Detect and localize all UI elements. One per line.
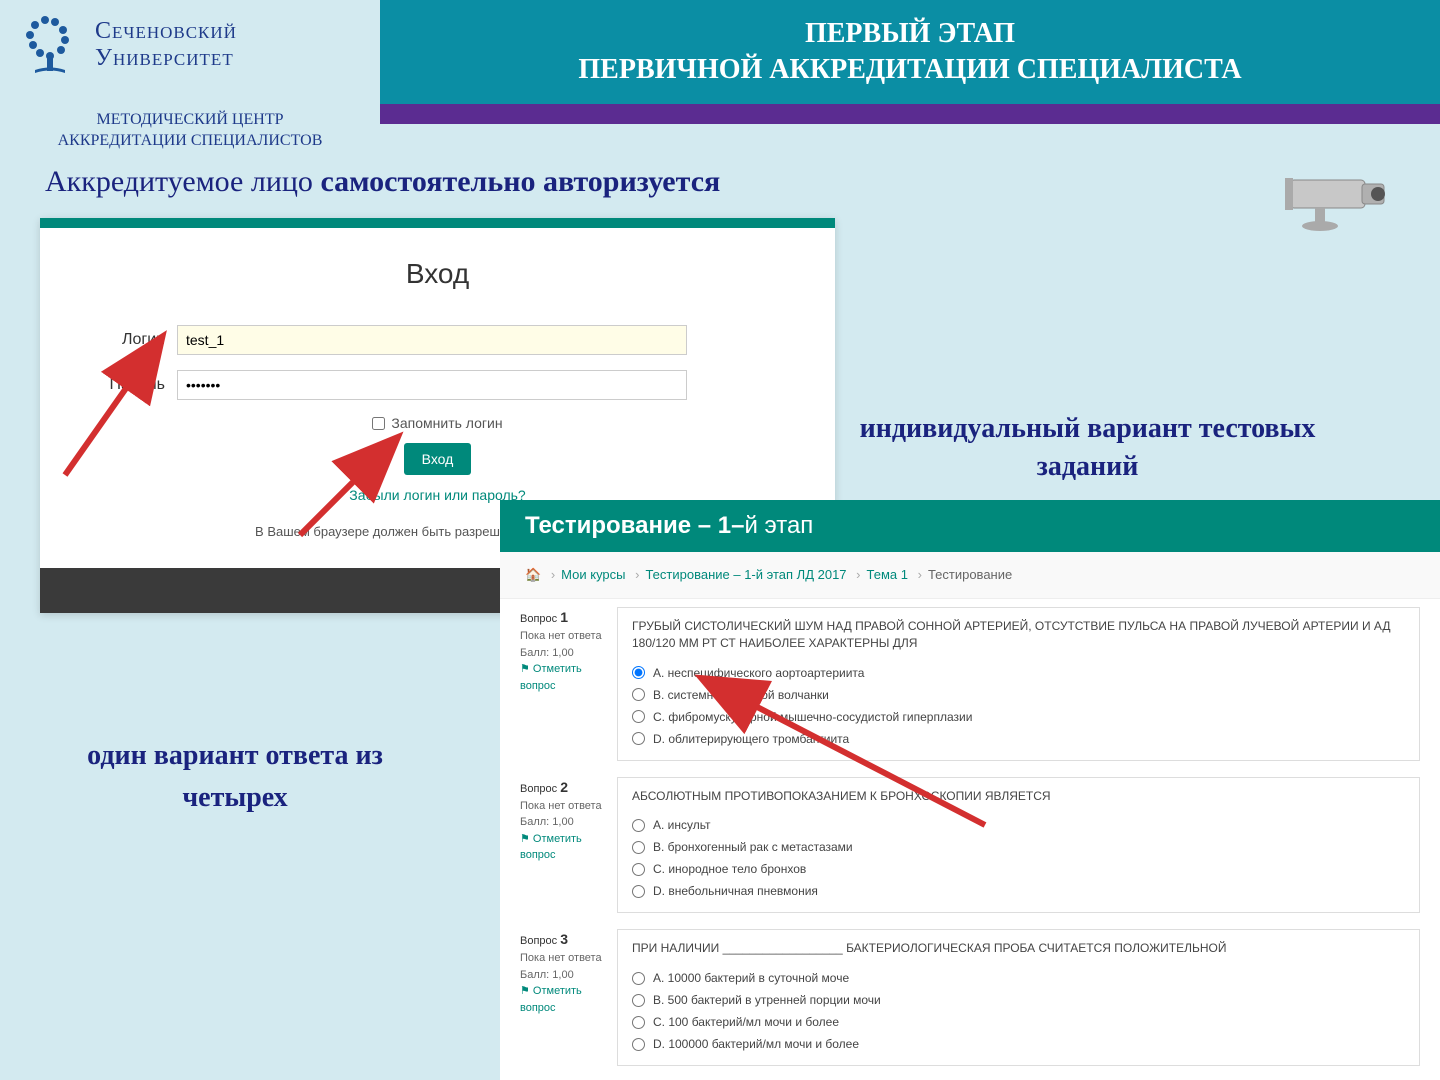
question-text: ПРИ НАЛИЧИИ __________________ БАКТЕРИОЛ… — [632, 940, 1405, 957]
answer-option[interactable]: D. 100000 бактерий/мл мочи и более — [632, 1033, 1405, 1055]
breadcrumb-current: Тестирование — [928, 567, 1012, 582]
answer-radio[interactable] — [632, 710, 645, 723]
test-header: Тестирование – 1–й этап — [500, 500, 1440, 552]
logo-area: Сеченовский Университет — [0, 0, 380, 105]
answer-option[interactable]: A. 10000 бактерий в суточной моче — [632, 967, 1405, 989]
answer-radio[interactable] — [632, 885, 645, 898]
login-button[interactable]: Вход — [404, 443, 472, 475]
login-heading: Вход — [100, 258, 775, 290]
answer-option[interactable]: C. фибромускулярной мышечно-сосудистой г… — [632, 706, 1405, 728]
question-score: Балл: 1,00 — [520, 967, 605, 984]
question-status: Пока нет ответа — [520, 950, 605, 967]
question-block: Вопрос 3Пока нет ответаБалл: 1,00⚑ Отмет… — [500, 921, 1440, 1074]
test-screenshot: Тестирование – 1–й этап 🏠 ›Мои курсы ›Те… — [500, 500, 1440, 1080]
answer-radio[interactable] — [632, 1038, 645, 1051]
answer-option[interactable]: B. 500 бактерий в утренней порции мочи — [632, 989, 1405, 1011]
breadcrumb-link[interactable]: Мои курсы — [561, 567, 625, 582]
answer-option[interactable]: B. системной красной волчанки — [632, 684, 1405, 706]
home-icon[interactable]: 🏠 — [525, 567, 541, 582]
answer-radio[interactable] — [632, 994, 645, 1007]
question-number: Вопрос 2 — [520, 777, 605, 798]
slide-main-text: Аккредитуемое лицо самостоятельно автори… — [45, 165, 720, 199]
answer-option[interactable]: D. облитерирующего тромбангиита — [632, 728, 1405, 750]
question-number: Вопрос 1 — [520, 607, 605, 628]
answer-option[interactable]: D. внебольничная пневмония — [632, 880, 1405, 902]
answer-option[interactable]: C. 100 бактерий/мл мочи и более — [632, 1011, 1405, 1033]
flag-question-link[interactable]: ⚑ Отметить вопрос — [520, 661, 605, 694]
university-logo-icon — [15, 10, 85, 80]
question-score: Балл: 1,00 — [520, 645, 605, 662]
flag-question-link[interactable]: ⚑ Отметить вопрос — [520, 831, 605, 864]
breadcrumb-link[interactable]: Тема 1 — [867, 567, 908, 582]
password-input[interactable] — [177, 370, 687, 400]
answer-option[interactable]: C. инородное тело бронхов — [632, 858, 1405, 880]
login-input[interactable] — [177, 325, 687, 355]
answer-option[interactable]: B. бронхогенный рак с метастазами — [632, 836, 1405, 858]
question-text: ГРУБЫЙ СИСТОЛИЧЕСКИЙ ШУМ НАД ПРАВОЙ СОНН… — [632, 618, 1405, 652]
callout-one-of-four: один вариант ответа из четырех — [85, 735, 385, 819]
answer-radio[interactable] — [632, 732, 645, 745]
center-subheader: МЕТОДИЧЕСКИЙ ЦЕНТР АККРЕДИТАЦИИ СПЕЦИАЛИ… — [20, 110, 360, 152]
question-number: Вопрос 3 — [520, 929, 605, 950]
answer-radio[interactable] — [632, 863, 645, 876]
question-score: Балл: 1,00 — [520, 814, 605, 831]
question-block: Вопрос 2Пока нет ответаБалл: 1,00⚑ Отмет… — [500, 769, 1440, 922]
answer-radio[interactable] — [632, 666, 645, 679]
answer-radio[interactable] — [632, 688, 645, 701]
question-status: Пока нет ответа — [520, 798, 605, 815]
breadcrumb: 🏠 ›Мои курсы ›Тестирование – 1-й этап ЛД… — [500, 552, 1440, 599]
remember-label: Запомнить логин — [391, 415, 502, 431]
flag-question-link[interactable]: ⚑ Отметить вопрос — [520, 983, 605, 1016]
remember-checkbox[interactable] — [372, 417, 385, 430]
answer-option[interactable]: A. неспецифического аортоартериита — [632, 662, 1405, 684]
question-status: Пока нет ответа — [520, 628, 605, 645]
answer-option[interactable]: A. инсульт — [632, 814, 1405, 836]
university-name: Сеченовский Университет — [95, 18, 237, 72]
answer-radio[interactable] — [632, 972, 645, 985]
answer-radio[interactable] — [632, 819, 645, 832]
breadcrumb-link[interactable]: Тестирование – 1-й этап ЛД 2017 — [645, 567, 846, 582]
purple-divider — [380, 104, 1440, 124]
slide-banner: ПЕРВЫЙ ЭТАП ПЕРВИЧНОЙ АККРЕДИТАЦИИ СПЕЦИ… — [380, 0, 1440, 104]
password-label: Пароль — [100, 376, 165, 394]
question-block: Вопрос 1Пока нет ответаБалл: 1,00⚑ Отмет… — [500, 599, 1440, 769]
cctv-camera-icon — [1280, 160, 1400, 235]
question-text: АБСОЛЮТНЫМ ПРОТИВОПОКАЗАНИЕМ К БРОНХОСКО… — [632, 788, 1405, 805]
answer-radio[interactable] — [632, 1016, 645, 1029]
answer-radio[interactable] — [632, 841, 645, 854]
login-label: Логин — [100, 331, 165, 349]
callout-individual: индивидуальный вариант тестовых заданий — [835, 410, 1340, 486]
